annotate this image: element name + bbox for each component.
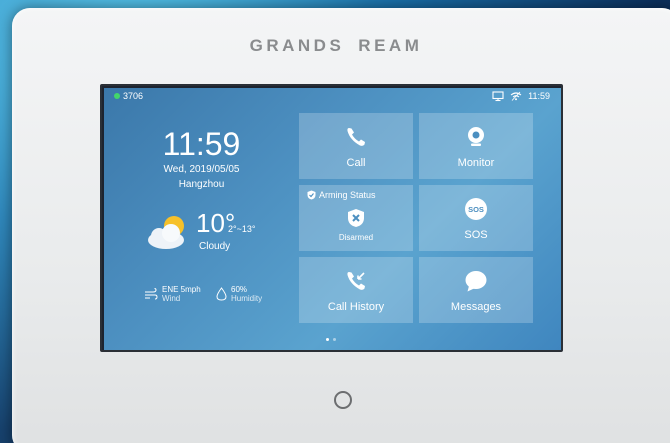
phone-icon <box>347 128 365 146</box>
sos-icon: SOS <box>465 198 487 220</box>
shield-check-icon <box>307 190 316 200</box>
shield-x-icon <box>348 209 364 227</box>
registration-status-dot <box>114 93 120 99</box>
clock-time: 11:59 <box>162 126 241 162</box>
humidity-drop-icon <box>216 287 227 301</box>
camera-icon <box>468 127 484 146</box>
call-history-tile[interactable]: Call History <box>299 257 413 323</box>
clock-date: Wed, 2019/05/05 <box>163 164 240 175</box>
page-indicator <box>326 338 340 342</box>
app-tiles-grid: Call Monitor Arming Status Disarmed SOS … <box>299 113 544 326</box>
extension-number: 3706 <box>123 91 144 101</box>
humidity-value: 60% <box>231 285 248 294</box>
messages-label: Messages <box>450 301 502 313</box>
monitor-label: Monitor <box>457 157 495 169</box>
page-dot <box>333 338 336 341</box>
messages-tile[interactable]: Messages <box>419 257 533 323</box>
home-screen: 3706 11:59 11:59 Wed, 2019/05/05 Hangzho… <box>104 88 561 350</box>
wind-label: Wind <box>162 294 181 303</box>
arming-status-title: Arming Status <box>319 190 376 200</box>
weather-condition: Cloudy <box>199 241 231 252</box>
weather-city: Hangzhou <box>178 179 225 190</box>
call-label: Call <box>346 157 366 169</box>
screen-icon <box>492 91 504 102</box>
home-button[interactable] <box>334 391 352 409</box>
call-tile[interactable]: Call <box>299 113 413 179</box>
call-history-icon <box>347 272 365 290</box>
temperature-range: 2°~13° <box>228 224 256 234</box>
call-history-label: Call History <box>327 301 385 313</box>
sos-label: SOS <box>464 229 488 241</box>
brand-logo-left: GRANDS <box>249 36 345 55</box>
status-time: 11:59 <box>528 91 550 101</box>
clock-weather-widget: 11:59 Wed, 2019/05/05 Hangzhou 10° 2°~13… <box>104 106 299 350</box>
arming-status-tile[interactable]: Arming Status Disarmed <box>299 185 413 251</box>
arming-state: Disarmed <box>338 233 374 242</box>
sos-tile[interactable]: SOS SOS <box>419 185 533 251</box>
touch-screen-bezel: 3706 11:59 11:59 Wed, 2019/05/05 Hangzho… <box>100 84 563 352</box>
wind-value: ENE 5mph <box>162 285 201 294</box>
brand-logo: GRANDS REAM <box>236 36 436 56</box>
status-bar: 3706 11:59 <box>104 88 561 106</box>
brand-logo-right: REAM <box>358 36 423 55</box>
humidity-label: Humidity <box>231 294 263 303</box>
page-dot-active <box>326 338 329 341</box>
monitor-tile[interactable]: Monitor <box>419 113 533 179</box>
status-icons: 11:59 <box>492 90 550 102</box>
chat-bubble-icon <box>465 271 487 292</box>
svg-text:SOS: SOS <box>468 205 484 214</box>
wifi-icon <box>510 91 522 101</box>
wind-icon <box>145 288 158 300</box>
arming-status-header: Arming Status <box>307 190 376 200</box>
partly-cloudy-icon <box>148 216 184 249</box>
